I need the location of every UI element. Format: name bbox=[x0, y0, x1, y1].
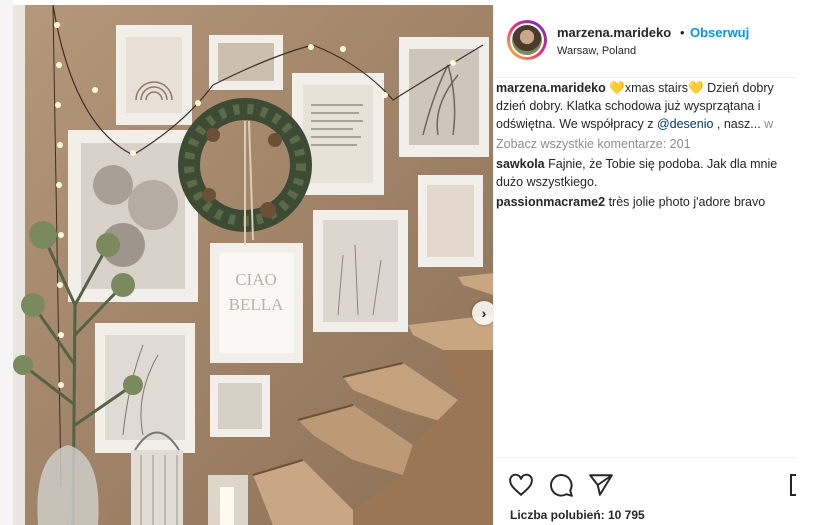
view-all-comments-link[interactable]: Zobacz wszystkie komentarze: 201 bbox=[496, 135, 796, 153]
caption-line-3: odświętna. We współpracy z @desenio , na… bbox=[496, 115, 796, 133]
separator-dot: • bbox=[680, 25, 685, 40]
comment-icon[interactable] bbox=[548, 472, 574, 498]
comment-item: passionmacrame2 très jolie photo j'adore… bbox=[496, 193, 796, 211]
post-image[interactable]: CIAO BELLA › bbox=[13, 5, 493, 525]
comments-section: marzena.marideko 💛xmas stairs💛 Dzień dob… bbox=[496, 79, 796, 211]
author-username[interactable]: marzena.marideko bbox=[557, 25, 671, 40]
comment-username[interactable]: passionmacrame2 bbox=[496, 195, 605, 209]
post-location[interactable]: Warsaw, Poland bbox=[557, 45, 636, 57]
caption-line-1: marzena.marideko 💛xmas stairs💛 Dzień dob… bbox=[496, 79, 796, 97]
post-actions: Liczba polubień: 10 795 bbox=[494, 457, 796, 525]
svg-text:BELLA: BELLA bbox=[229, 295, 284, 314]
caption-username[interactable]: marzena.marideko bbox=[496, 81, 606, 95]
comment-username[interactable]: sawkola bbox=[496, 157, 545, 171]
caption-line-2: dzień dobry. Klatka schodowa już wysprzą… bbox=[496, 99, 761, 113]
post-photo-illustration: CIAO BELLA bbox=[13, 5, 493, 525]
likes-count[interactable]: Liczba polubień: 10 795 bbox=[510, 508, 645, 522]
avatar[interactable] bbox=[507, 20, 547, 60]
heart-icon[interactable] bbox=[508, 472, 534, 498]
caption-text: odświętna. We współpracy z bbox=[496, 117, 657, 131]
comment-text: Fajnie, że Tobie się podoba. Jak dla mni… bbox=[544, 157, 778, 171]
yellow-heart-icon: 💛 bbox=[688, 81, 704, 95]
caption-title: xmas stairs bbox=[624, 81, 689, 95]
post-header: marzena.marideko • Obserwuj Warsaw, Pola… bbox=[494, 5, 796, 78]
follow-button[interactable]: Obserwuj bbox=[690, 25, 749, 40]
left-margin bbox=[0, 0, 13, 525]
comment-item: sawkola Fajnie, że Tobie się podoba. Jak… bbox=[496, 155, 796, 191]
comment-text: très jolie photo j'adore bravo bbox=[605, 195, 766, 209]
chevron-right-icon: › bbox=[481, 305, 487, 321]
next-image-button[interactable]: › bbox=[472, 301, 493, 325]
mention-link[interactable]: @desenio bbox=[657, 117, 713, 131]
comment-text: dużo wszystkiego. bbox=[496, 175, 598, 189]
caption-text: , nasz... bbox=[713, 117, 761, 131]
post-side-panel: marzena.marideko • Obserwuj Warsaw, Pola… bbox=[493, 5, 796, 525]
svg-text:CIAO: CIAO bbox=[235, 270, 277, 289]
frame-arches bbox=[116, 25, 192, 125]
bookmark-icon[interactable] bbox=[790, 474, 796, 496]
yellow-heart-icon: 💛 bbox=[609, 81, 625, 95]
share-icon[interactable] bbox=[588, 472, 614, 498]
caption-text: Dzień dobry bbox=[703, 81, 774, 95]
more-link[interactable]: w bbox=[761, 117, 773, 131]
